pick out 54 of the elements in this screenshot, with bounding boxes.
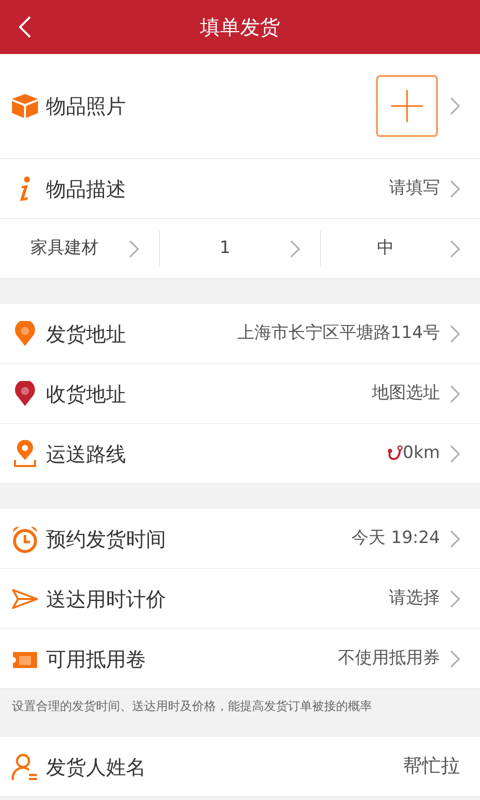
row-value: 帮忙拉: [403, 754, 460, 780]
row-label: 发货人姓名: [46, 754, 146, 780]
row-label: 送达用时计价: [46, 586, 166, 612]
map-pin-icon: [13, 440, 37, 468]
row-label: 发货地址: [46, 320, 126, 348]
map-pin-icon: [14, 380, 36, 406]
row-value: 地图选址: [372, 382, 440, 405]
row-label: 运送路线: [46, 440, 126, 468]
box-icon: [11, 93, 39, 119]
map-pin-icon: [14, 320, 36, 346]
hint-text: 设置合理的发货时间、送达用时及价格，能提高发货订单被接的概率: [12, 699, 372, 713]
row-value: 请选择: [389, 586, 440, 610]
add-photo-button[interactable]: [376, 75, 438, 137]
row-label: 物品描述: [46, 176, 126, 202]
form-row[interactable]: 收货地址 地图选址: [0, 364, 480, 424]
row-value: 上海市长宁区平塘路114号: [238, 322, 440, 345]
chevron-icon: [450, 590, 460, 608]
form-row[interactable]: 可用抵用卷 不使用抵用券: [0, 629, 480, 689]
chevron-icon: [450, 444, 460, 462]
chevron-icon: [450, 97, 460, 115]
chevron-icon: [450, 384, 460, 402]
row-label: 物品照片: [46, 93, 126, 120]
picker-cell[interactable]: 家具建材: [0, 230, 160, 266]
info-icon: [17, 176, 33, 202]
form-row[interactable]: 发货地址 上海市长宁区平塘路114号: [0, 304, 480, 364]
row-value: 0km: [402, 442, 440, 465]
chevron-icon: [450, 324, 460, 342]
chevron-icon: [450, 180, 460, 198]
plus-icon: [391, 90, 423, 122]
row-label: 可用抵用卷: [46, 646, 146, 672]
chevron-icon: [129, 240, 140, 258]
row-value: 今天 19:24: [352, 526, 440, 550]
row-value: 不使用抵用券: [338, 646, 440, 670]
form-row[interactable]: 预约发货时间 今天 19:24: [0, 509, 480, 569]
form-row[interactable]: 送达用时计价 请选择: [0, 569, 480, 629]
chevron-icon: [450, 240, 460, 258]
alarm-clock-icon: [11, 524, 39, 552]
photo-row[interactable]: 物品照片: [0, 54, 480, 159]
route-icon: [386, 444, 403, 462]
paper-plane-icon: [11, 588, 39, 610]
row-value: 请填写: [389, 176, 440, 200]
picker-cell[interactable]: 1: [159, 230, 320, 266]
picker-cell[interactable]: 中: [320, 230, 480, 266]
form-row[interactable]: 运送路线 0km: [0, 424, 480, 484]
form-row[interactable]: 物品描述 请填写: [0, 159, 480, 219]
chevron-icon: [450, 530, 460, 548]
row-label: 预约发货时间: [46, 526, 166, 552]
form-row[interactable]: 发货人姓名 帮忙拉: [0, 737, 480, 797]
person-icon: [11, 752, 39, 780]
page-title: 填单发货: [200, 14, 280, 41]
chevron-icon: [290, 240, 300, 258]
row-label: 收货地址: [46, 380, 126, 408]
chevron-icon: [450, 650, 460, 668]
back-icon: [19, 16, 31, 38]
